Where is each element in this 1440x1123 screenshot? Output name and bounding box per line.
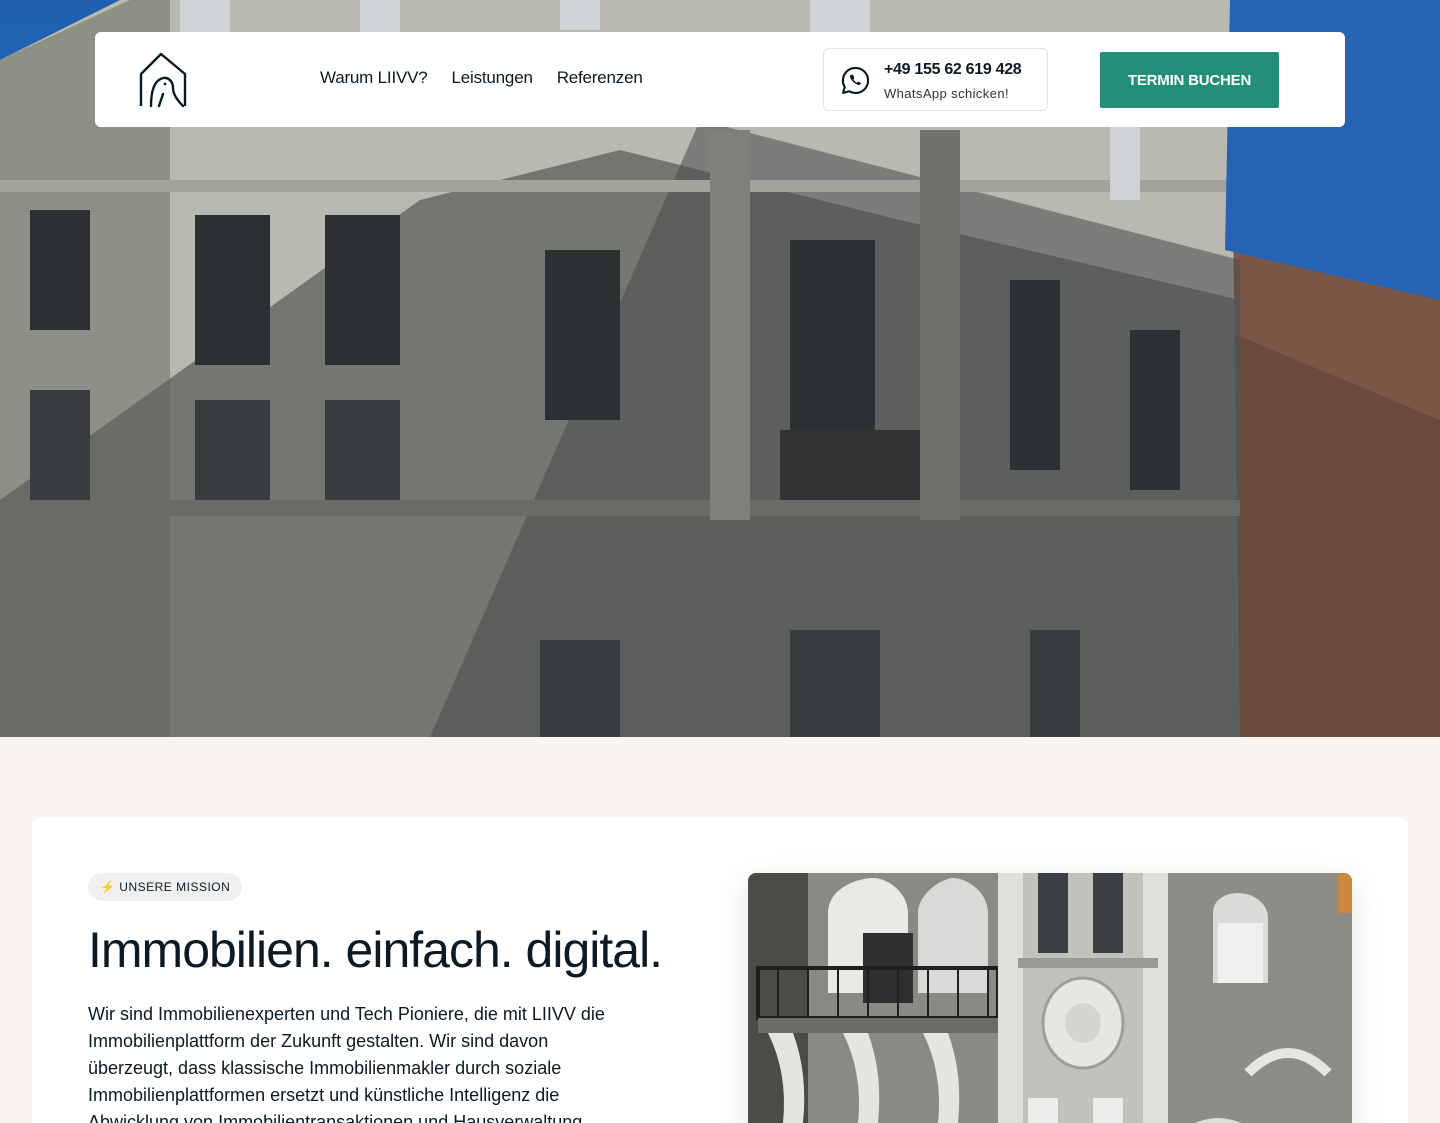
whatsapp-phone-number: +49 155 62 619 428 — [884, 61, 1022, 78]
whatsapp-cta-label: WhatsApp schicken! — [884, 86, 1009, 101]
hero-image: Warum LIIVV? Leistungen Referenzen +49 1… — [0, 0, 1440, 737]
nav-link-leistungen[interactable]: Leistungen — [452, 68, 533, 88]
mission-badge: ⚡ UNSERE MISSION — [88, 873, 243, 901]
building-detail-photo — [748, 873, 1352, 1123]
nav-link-referenzen[interactable]: Referenzen — [557, 68, 643, 88]
mission-headline: Immobilien. einfach. digital. — [88, 922, 663, 978]
termin-buchen-button[interactable]: TERMIN BUCHEN — [1100, 52, 1279, 108]
mission-building-photo — [748, 873, 1352, 1123]
liivv-logo-icon[interactable] — [137, 52, 189, 108]
mission-text: Wir sind Immobilienexperten und Tech Pio… — [88, 1004, 605, 1123]
whatsapp-icon — [841, 66, 870, 95]
mission-card: ⚡ UNSERE MISSION Immobilien. einfach. di… — [32, 817, 1408, 1123]
whatsapp-contact-button[interactable]: +49 155 62 619 428 WhatsApp schicken! — [823, 48, 1048, 111]
main-menu: Warum LIIVV? Leistungen Referenzen — [320, 68, 643, 88]
top-navigation: Warum LIIVV? Leistungen Referenzen +49 1… — [95, 32, 1345, 127]
nav-link-warum-liivv[interactable]: Warum LIIVV? — [320, 68, 428, 88]
